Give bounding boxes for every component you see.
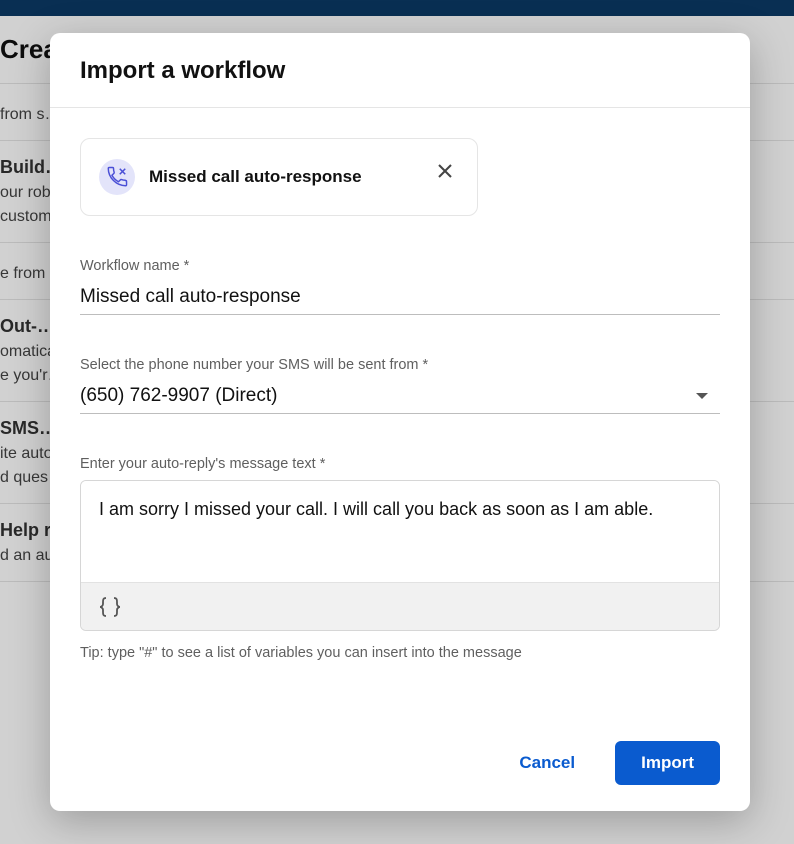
workflow-name-field: Workflow name *: [80, 258, 720, 315]
message-label: Enter your auto-reply's message text *: [80, 456, 720, 472]
insert-variable-button[interactable]: [95, 592, 125, 622]
message-textarea-wrap: [80, 480, 720, 631]
workflow-card: Missed call auto-response: [80, 138, 478, 216]
modal-header: Import a workflow: [50, 33, 750, 108]
modal-footer: Cancel Import: [50, 721, 750, 811]
message-toolbar: [81, 582, 719, 630]
workflow-card-remove-button[interactable]: [435, 161, 455, 181]
workflow-card-title: Missed call auto-response: [149, 167, 362, 187]
import-workflow-modal: Import a workflow Missed call auto-respo…: [50, 33, 750, 811]
modal-title: Import a workflow: [80, 57, 720, 85]
phone-number-label: Select the phone number your SMS will be…: [80, 357, 720, 373]
missed-call-icon: [99, 159, 135, 195]
close-icon: [437, 163, 453, 179]
cancel-button[interactable]: Cancel: [513, 743, 581, 783]
phone-number-select[interactable]: (650) 762-9907 (Direct): [80, 381, 720, 414]
chevron-down-icon: [696, 393, 708, 399]
message-textarea[interactable]: [81, 481, 719, 577]
workflow-name-label: Workflow name *: [80, 258, 720, 274]
phone-number-value: (650) 762-9907 (Direct): [80, 385, 696, 407]
message-tip: Tip: type "#" to see a list of variables…: [80, 645, 720, 661]
braces-icon: [98, 596, 122, 618]
message-field: Enter your auto-reply's message text * T…: [80, 456, 720, 661]
phone-number-field: Select the phone number your SMS will be…: [80, 357, 720, 414]
import-button[interactable]: Import: [615, 741, 720, 785]
workflow-name-input[interactable]: [80, 282, 720, 315]
modal-body: Missed call auto-response Workflow name …: [50, 108, 750, 721]
